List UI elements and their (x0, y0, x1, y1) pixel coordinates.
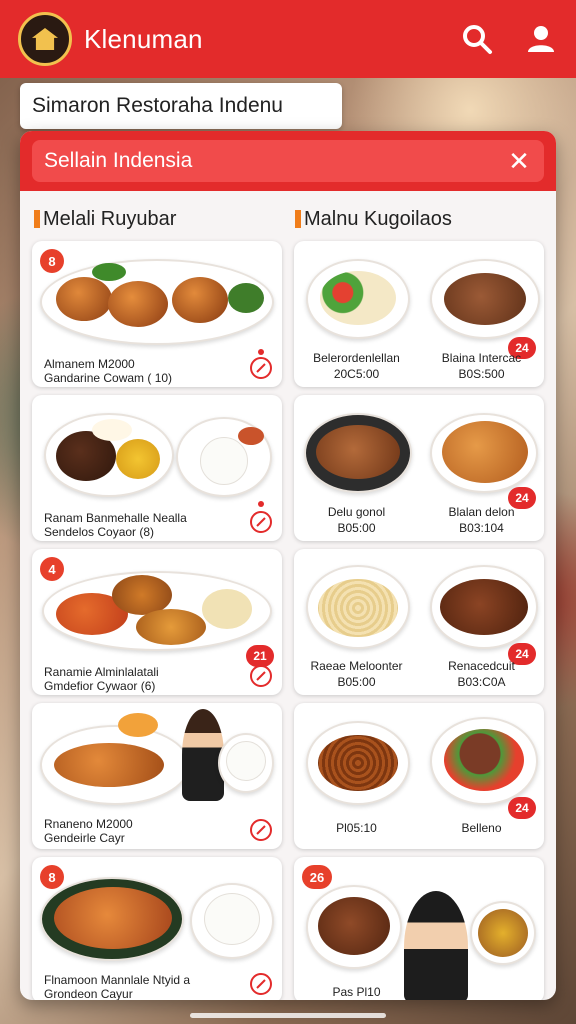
menu-card-right-5[interactable]: 26 Pas Pl10 (294, 857, 544, 1000)
menu-card-left-4[interactable]: Rnaneno M2000 Gendeirle Cayr (32, 703, 282, 849)
beef-stirfry-image (444, 273, 526, 325)
column-title-right-label: Malnu Kugoilaos (304, 207, 452, 230)
user-profile-icon[interactable] (524, 22, 558, 56)
accent-mark (34, 210, 40, 228)
steak-salad-image (444, 729, 524, 791)
column-title-left: Melali Ruyubar (34, 208, 295, 231)
grilled-fish-image (316, 425, 400, 479)
count-badge: 26 (302, 865, 332, 889)
item-name: Raeae Meloonter (310, 659, 403, 673)
menu-card-right-2[interactable]: 24 Delu gonol B05:00 Blalan delon B03:10… (294, 395, 544, 541)
rendang-plate-image (318, 897, 390, 955)
column-title-right: Malnu Kugoilaos (295, 208, 556, 231)
item-name: Delu gonol (327, 505, 386, 519)
menu-card-right-3[interactable]: 24 Raeae Meloonter B05:00 Renacedcuit B0… (294, 549, 544, 695)
item-name: Pl05:10 (336, 821, 377, 835)
item-price: B03:C0A (457, 675, 506, 689)
item-price: B03:104 (459, 521, 504, 535)
add-to-cart-icon[interactable] (250, 819, 272, 841)
item-price: B05:00 (337, 675, 376, 689)
top-app-bar: Klenuman (0, 0, 576, 78)
restaurant-logo[interactable] (18, 12, 72, 66)
grilled-sausage-image (440, 579, 528, 635)
roast-chicken-image (56, 277, 112, 321)
close-icon[interactable]: ✕ (506, 148, 532, 174)
item-price: B0S:500 (458, 367, 505, 381)
item-name: Ranamie Alminlalatali (44, 665, 159, 679)
waitress-figure-image (404, 891, 468, 1000)
mie-goreng-image (318, 735, 398, 791)
menu-modal: Sellain Indensia ✕ Melali Ruyubar Malnu … (20, 131, 556, 1000)
salad-bowl-image (320, 271, 396, 325)
item-name: Blalan delon (448, 505, 515, 519)
item-detail: Gmdefior Cywaor (6) (44, 679, 156, 693)
noodles-image (318, 579, 398, 637)
add-to-cart-icon[interactable] (250, 973, 272, 995)
menu-card-left-2[interactable]: Ranam Banmehalle Nealla Sendelos Coyaor … (32, 395, 282, 541)
menu-card-right-4[interactable]: 24 Pl05:10 Belleno (294, 703, 544, 849)
price-badge: 21 (246, 645, 274, 667)
item-name: Belerordenlellan (313, 351, 400, 365)
price-badge: 24 (508, 797, 536, 819)
menu-card-left-1[interactable]: 8 Almanem M2000 Gandarine Cowam ( 10) (32, 241, 282, 387)
modal-title-bar: Sellain Indensia ✕ (32, 140, 544, 182)
home-indicator (190, 1013, 386, 1018)
search-icon[interactable] (460, 22, 494, 56)
add-to-cart-icon[interactable] (250, 665, 272, 687)
location-pin-icon (258, 349, 264, 355)
item-name: Renacedcuit (448, 659, 515, 673)
modal-title: Sellain Indensia (44, 149, 193, 172)
fried-fish-image (54, 743, 164, 787)
count-badge: 8 (40, 249, 64, 273)
item-name: Almanem M2000 (44, 357, 135, 371)
add-to-cart-icon[interactable] (250, 511, 272, 533)
menu-card-left-3[interactable]: 4 21 Ranamie Alminlalatali Gmdefior Cywa… (32, 549, 282, 695)
item-name: Rnaneno M2000 (44, 817, 133, 831)
accent-mark (295, 210, 301, 228)
item-name: Flnamoon Mannlale Ntyid a (44, 973, 191, 987)
item-price: 20C5:00 (333, 367, 380, 381)
spicy-chicken-image (54, 887, 172, 949)
app-title: Klenuman (84, 23, 203, 54)
item-detail: Sendelos Coyaor (8) (44, 525, 155, 539)
column-title-left-label: Melali Ruyubar (43, 207, 177, 230)
house-roof-icon (32, 28, 58, 50)
restaurant-name-banner: Simaron Restoraha Indenu (20, 83, 342, 129)
item-name: Ranam Banmehalle Nealla (44, 511, 187, 525)
count-badge: 8 (40, 865, 64, 889)
item-detail: Gandarine Cowam ( 10) (44, 371, 173, 385)
fried-chicken-image (442, 421, 528, 483)
item-price: B05:00 (337, 521, 376, 535)
add-to-cart-icon[interactable] (250, 357, 272, 379)
chef-figure-image (182, 709, 224, 801)
item-name: Belleno (461, 821, 502, 835)
item-name: Blaina Intercac (441, 351, 522, 365)
menu-card-left-5[interactable]: 8 Flnamoon Mannlale Ntyid a Grondeon Cay… (32, 857, 282, 1000)
count-badge: 4 (40, 557, 64, 581)
menu-card-right-1[interactable]: 24 Belerordenlellan 20C5:00 Blaina Inter… (294, 241, 544, 387)
item-detail: Grondeon Cayur (44, 987, 133, 1000)
item-name: Pas Pl10 (332, 985, 381, 999)
item-detail: Gendeirle Cayr (44, 831, 125, 845)
rice-mound-image (200, 437, 248, 485)
menu-grid: 8 Almanem M2000 Gandarine Cowam ( 10) 24… (32, 241, 546, 1000)
location-pin-icon (258, 501, 264, 507)
